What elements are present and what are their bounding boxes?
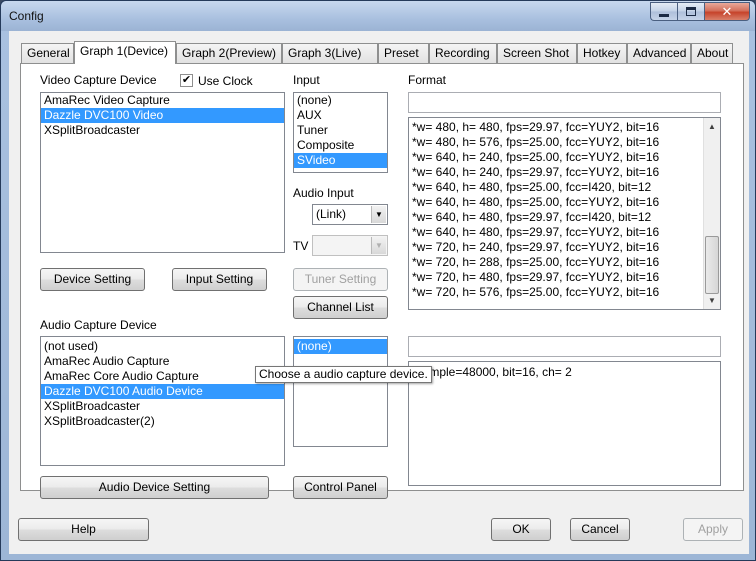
window-title: Config — [9, 9, 44, 23]
list-item-selected[interactable]: Dazzle DVC100 Audio Device — [41, 384, 284, 399]
list-item[interactable]: *w= 640, h= 240, fps=29.97, fcc=YUY2, bi… — [409, 165, 720, 180]
list-item[interactable]: AmaRec Video Capture — [41, 93, 284, 108]
tv-label: TV — [293, 239, 309, 253]
list-item[interactable]: XSplitBroadcaster — [41, 399, 284, 414]
list-item[interactable]: *w= 480, h= 480, fps=29.97, fcc=YUY2, bi… — [409, 120, 720, 135]
caption-buttons: ✕ — [650, 2, 750, 21]
list-item-selected[interactable]: (none) — [294, 339, 387, 354]
tab-preset[interactable]: Preset — [378, 43, 429, 63]
channel-list-button[interactable]: Channel List — [293, 296, 388, 319]
list-item[interactable]: *w= 480, h= 576, fps=25.00, fcc=YUY2, bi… — [409, 135, 720, 150]
audio-input-list[interactable]: (none) — [293, 336, 388, 447]
list-item-selected[interactable]: Dazzle DVC100 Video — [41, 108, 284, 123]
config-window: Config ✕ General Graph 1(Device) Graph 2… — [0, 0, 756, 561]
list-item[interactable]: *w= 640, h= 480, fps=29.97, fcc=I420, bi… — [409, 210, 720, 225]
tab-graph2-preview[interactable]: Graph 2(Preview) — [176, 43, 282, 63]
list-item[interactable]: Tuner — [294, 123, 387, 138]
graph1-device-panel: Video Capture Device ✔ Use Clock AmaRec … — [20, 63, 744, 499]
tab-graph1-device[interactable]: Graph 1(Device) — [74, 41, 176, 64]
tv-select[interactable]: ▼ — [312, 235, 388, 256]
video-device-list[interactable]: AmaRec Video Capture Dazzle DVC100 Video… — [40, 92, 285, 253]
audio-capture-device-label: Audio Capture Device — [40, 318, 157, 332]
use-clock-checkbox[interactable]: ✔ — [180, 74, 193, 87]
list-item[interactable]: (not used) — [41, 339, 284, 354]
list-item[interactable]: *w= 720, h= 240, fps=29.97, fcc=YUY2, bi… — [409, 240, 720, 255]
input-list[interactable]: (none) AUX Tuner Composite SVideo — [293, 92, 388, 173]
tab-advanced[interactable]: Advanced — [627, 43, 691, 63]
maximize-button[interactable] — [677, 2, 704, 21]
list-item[interactable]: *w= 640, h= 480, fps=29.97, fcc=YUY2, bi… — [409, 225, 720, 240]
chevron-down-icon: ▼ — [371, 206, 386, 223]
list-item[interactable]: *w= 720, h= 288, fps=25.00, fcc=YUY2, bi… — [409, 255, 720, 270]
list-item[interactable]: (none) — [294, 93, 387, 108]
scroll-thumb[interactable] — [705, 236, 719, 294]
audio-device-list[interactable]: (not used) AmaRec Audio Capture AmaRec C… — [40, 336, 285, 466]
tuner-setting-button[interactable]: Tuner Setting — [293, 268, 388, 291]
format-scrollbar[interactable]: ▲ ▼ — [703, 118, 720, 309]
tab-hotkey[interactable]: Hotkey — [577, 43, 627, 63]
list-item[interactable]: XSplitBroadcaster — [41, 123, 284, 138]
chevron-down-icon: ▼ — [371, 237, 386, 254]
format-field[interactable] — [408, 92, 721, 113]
list-item[interactable]: *w= 720, h= 480, fps=29.97, fcc=YUY2, bi… — [409, 270, 720, 285]
cancel-button[interactable]: Cancel — [570, 518, 630, 541]
control-panel-button[interactable]: Control Panel — [293, 476, 388, 499]
scroll-up-icon[interactable]: ▲ — [704, 118, 720, 135]
list-item[interactable]: *sample=48000, bit=16, ch= 2 — [409, 365, 720, 380]
list-item[interactable]: AUX — [294, 108, 387, 123]
tab-screen-shot[interactable]: Screen Shot — [497, 43, 577, 63]
audio-input-value: (Link) — [316, 207, 347, 221]
close-icon: ✕ — [721, 4, 733, 19]
audio-input-label: Audio Input — [293, 186, 354, 200]
video-capture-device-label: Video Capture Device — [40, 73, 157, 87]
title-bar[interactable]: Config ✕ — [1, 1, 755, 31]
close-button[interactable]: ✕ — [704, 2, 750, 21]
input-label: Input — [293, 73, 320, 87]
use-clock-label: Use Clock — [198, 74, 253, 88]
ok-button[interactable]: OK — [491, 518, 551, 541]
list-item[interactable]: AmaRec Core Audio Capture — [41, 369, 284, 384]
list-item[interactable]: *w= 640, h= 240, fps=25.00, fcc=YUY2, bi… — [409, 150, 720, 165]
list-item[interactable]: AmaRec Audio Capture — [41, 354, 284, 369]
tab-about[interactable]: About — [691, 43, 733, 63]
apply-button[interactable]: Apply — [683, 518, 743, 541]
checkmark-icon: ✔ — [181, 74, 192, 86]
list-item[interactable]: XSplitBroadcaster(2) — [41, 414, 284, 429]
list-item[interactable]: *w= 720, h= 576, fps=25.00, fcc=YUY2, bi… — [409, 285, 720, 300]
audio-device-tooltip: Choose a audio capture device. — [255, 366, 432, 383]
tab-general[interactable]: General — [21, 43, 74, 63]
list-item[interactable]: *w= 640, h= 480, fps=25.00, fcc=I420, bi… — [409, 180, 720, 195]
dialog-client: General Graph 1(Device) Graph 2(Preview)… — [9, 31, 749, 554]
list-item[interactable]: *w= 640, h= 480, fps=25.00, fcc=YUY2, bi… — [409, 195, 720, 210]
audio-device-setting-button[interactable]: Audio Device Setting — [40, 476, 269, 499]
tab-recording[interactable]: Recording — [429, 43, 497, 63]
audio-input-select[interactable]: (Link) ▼ — [312, 204, 388, 225]
scroll-down-icon[interactable]: ▼ — [704, 292, 720, 309]
maximize-icon — [686, 7, 696, 16]
video-format-list[interactable]: *w= 480, h= 480, fps=29.97, fcc=YUY2, bi… — [408, 117, 721, 310]
input-setting-button[interactable]: Input Setting — [172, 268, 267, 291]
minimize-button[interactable] — [650, 2, 677, 21]
tab-graph3-live[interactable]: Graph 3(Live) — [282, 43, 378, 63]
minimize-icon — [659, 14, 669, 17]
audio-format-list[interactable]: *sample=48000, bit=16, ch= 2 — [408, 361, 721, 486]
list-item[interactable]: Composite — [294, 138, 387, 153]
list-item-selected[interactable]: SVideo — [294, 153, 387, 168]
device-setting-button[interactable]: Device Setting — [40, 268, 145, 291]
audio-format-field[interactable] — [408, 336, 721, 357]
help-button[interactable]: Help — [18, 518, 149, 541]
format-label: Format — [408, 73, 447, 87]
